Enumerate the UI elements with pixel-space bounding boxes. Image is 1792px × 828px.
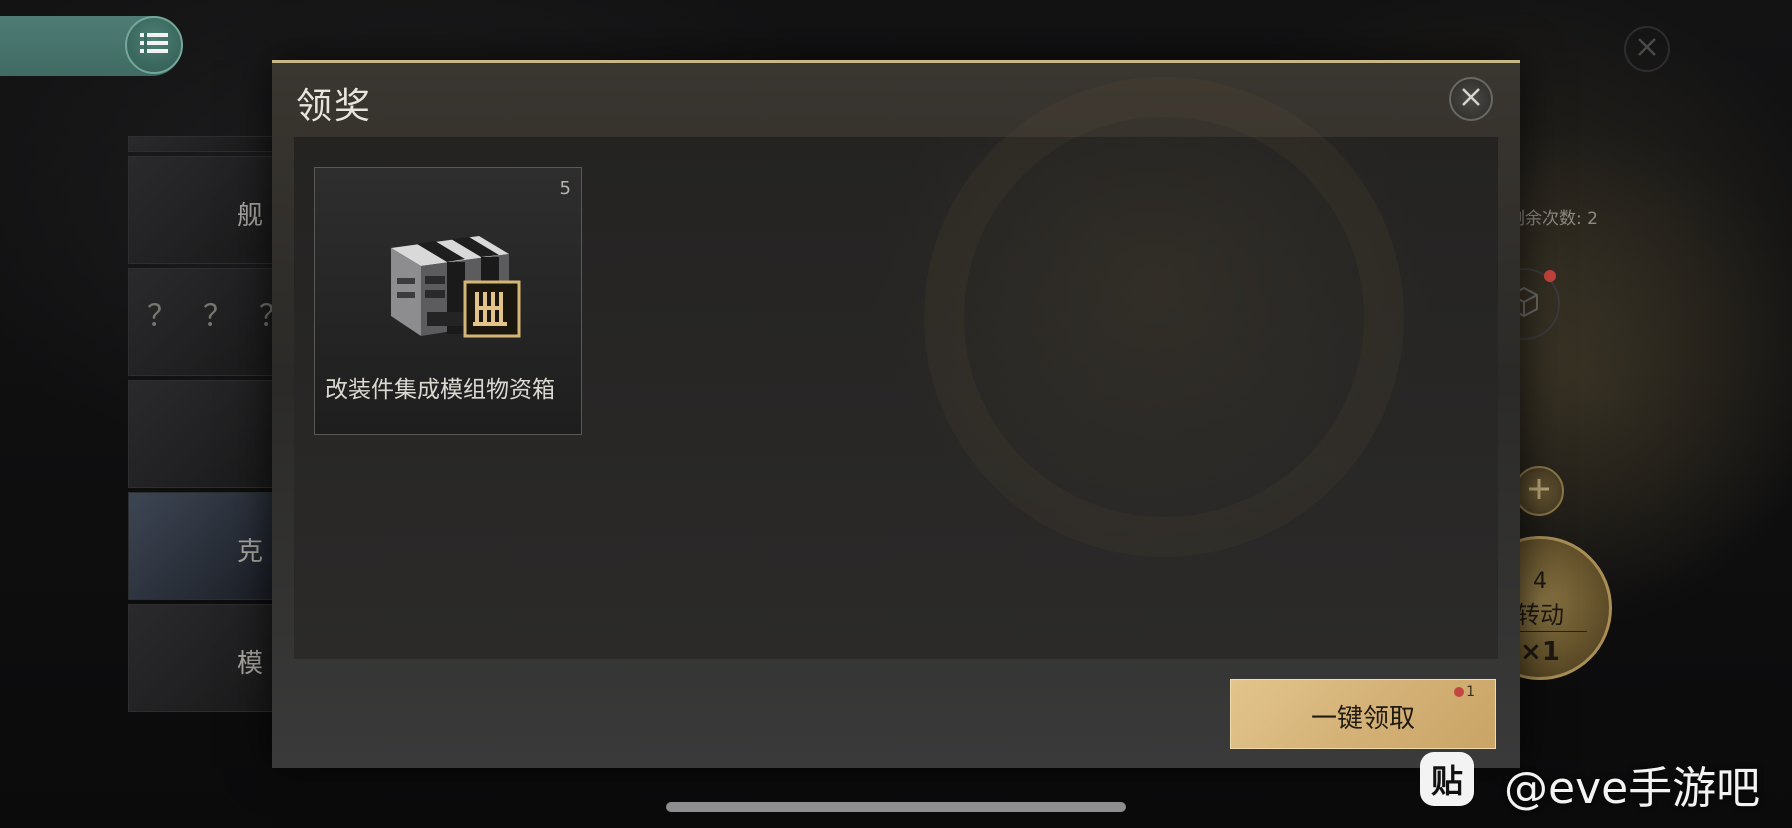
background-close-button[interactable] (1624, 26, 1670, 72)
game-screen: 舰 ？？？ 克 模 剩余次数: 2 4 转动 ×1 领奖 (0, 0, 1792, 828)
plus-icon (1526, 476, 1552, 506)
claim-badge-count: 1 (1466, 684, 1475, 700)
decorative-ring (924, 77, 1404, 557)
claim-rewards-dialog: 领奖 5 改装件集成模组物资箱 一键领取 1 (272, 60, 1520, 768)
rewards-area: 5 改装件集成模组物资箱 (294, 77, 1498, 659)
dialog-title: 领奖 (296, 86, 373, 127)
tieba-logo-icon: 贴 (1420, 752, 1474, 806)
dialog-close-button[interactable] (1449, 77, 1493, 121)
notification-dot (1454, 687, 1465, 697)
side-card-label: 克 (236, 537, 263, 567)
reward-name: 改装件集成模组物资箱 (325, 377, 555, 403)
home-indicator[interactable] (666, 802, 1126, 812)
side-card: 舰 (128, 156, 278, 264)
claim-all-button[interactable]: 一键领取 1 (1230, 679, 1496, 749)
side-card-label: 模 (236, 649, 263, 679)
side-card: 模 (128, 604, 278, 712)
claim-badge: 1 (1454, 684, 1475, 700)
menu-button[interactable] (125, 16, 183, 74)
notification-dot (1544, 270, 1556, 282)
reward-item[interactable]: 5 改装件集成模组物资箱 (314, 167, 582, 435)
close-icon (1460, 86, 1482, 112)
side-card-label: ？？？ (147, 299, 277, 334)
side-card (128, 136, 278, 152)
add-button[interactable] (1514, 466, 1564, 516)
crate-icon (369, 208, 525, 348)
side-card-label: 舰 (236, 201, 263, 231)
side-card: ？？？ (128, 268, 278, 376)
side-card: 克 (128, 492, 278, 600)
menu-icon (140, 31, 168, 59)
side-card (128, 380, 278, 488)
reward-quantity: 5 (559, 178, 571, 199)
close-icon (1635, 35, 1659, 63)
claim-all-label: 一键领取 (1311, 704, 1416, 734)
background-side-list: 舰 ？？？ 克 模 (128, 136, 278, 736)
watermark-text: @eve手游吧 (1504, 763, 1761, 814)
remaining-count-text: 剩余次数: 2 (1508, 209, 1598, 229)
